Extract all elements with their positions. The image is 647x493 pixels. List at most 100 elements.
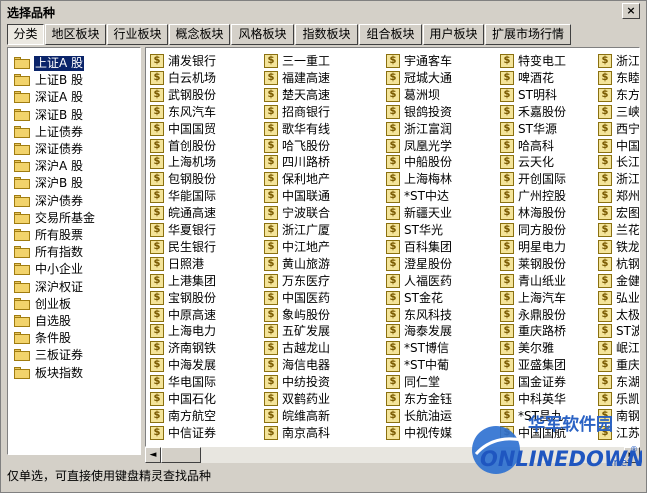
stock-name: 东方 (616, 87, 640, 102)
dollar-coin-icon: $ (264, 392, 278, 406)
dollar-coin-icon: $ (150, 408, 164, 423)
tree-item[interactable]: 三板证券 (12, 346, 140, 364)
dollar-coin-icon: $ (386, 189, 400, 204)
dollar-coin-icon: $ (150, 239, 164, 254)
category-tree: 上证A 股上证B 股深证A 股深证B 股上证债券 深证债券 深沪A 股深沪B 股深沪… (7, 47, 141, 455)
tree-item[interactable]: 深证B 股 (12, 106, 140, 124)
tree-item[interactable]: 深沪债券 (12, 192, 140, 210)
tab-3[interactable]: 概念板块 (169, 24, 230, 45)
tree-item[interactable]: 深证债券 (12, 140, 140, 158)
stock-name: 武钢股份 (168, 87, 217, 102)
tree-item[interactable]: 上证A 股 (12, 54, 140, 72)
dollar-coin-icon: $ (386, 155, 400, 170)
dollar-coin-icon: $ (150, 358, 164, 373)
dollar-coin-icon: $ (500, 70, 514, 85)
stock-name: 南钢 (616, 408, 640, 423)
folder-icon (14, 125, 30, 138)
tab-8[interactable]: 扩展市场行情 (485, 24, 571, 45)
dollar-coin-icon: $ (598, 104, 612, 119)
stock-name: 青山纸业 (518, 273, 567, 288)
close-button[interactable]: × (622, 3, 640, 19)
dollar-coin-icon: $ (500, 87, 514, 102)
dollar-coin-icon: $ (264, 290, 278, 305)
tab-6[interactable]: 组合板块 (359, 24, 422, 45)
stock-name: 中科英华 (518, 392, 567, 406)
scroll-right-button[interactable]: ► (624, 447, 640, 463)
tab-4[interactable]: 风格板块 (231, 24, 294, 45)
stock-name: 五矿发展 (282, 324, 331, 339)
tab-5[interactable]: 指数板块 (295, 24, 358, 45)
dollar-coin-icon: $ (598, 189, 612, 204)
dollar-coin-icon: $ (598, 223, 612, 237)
scroll-thumb[interactable] (161, 447, 201, 463)
dollar-coin-icon: $ (264, 239, 278, 254)
stock-name: 杭钢 (616, 256, 640, 271)
stock-name: 重庆 (616, 358, 640, 373)
tab-1[interactable]: 地区板块 (45, 24, 106, 45)
stock-name: 开创国际 (518, 172, 567, 187)
tree-item[interactable]: 上证债券 (12, 123, 140, 141)
tree-item[interactable]: 深证A 股 (12, 88, 140, 106)
dollar-coin-icon: $ (150, 290, 164, 305)
tree-item[interactable]: 自选股 (12, 312, 140, 330)
stock-name: 莱钢股份 (518, 256, 567, 271)
folder-icon (14, 315, 30, 327)
folder-icon (14, 229, 30, 241)
dollar-coin-icon: $ (500, 172, 514, 187)
folder-icon (14, 108, 30, 121)
stock-name: 明星电力 (518, 239, 567, 254)
tree-item-label: 深沪B 股 (35, 176, 84, 191)
tree-item[interactable]: 中小企业 (12, 260, 140, 278)
tree-item[interactable]: 所有股票 (12, 226, 140, 244)
dollar-coin-icon: $ (598, 290, 612, 305)
tree-item[interactable]: 板块指数 (12, 364, 140, 382)
tree-item[interactable]: 创业板 (12, 295, 140, 313)
dollar-coin-icon: $ (598, 256, 612, 271)
dollar-coin-icon: $ (386, 408, 400, 423)
dollar-coin-icon: $ (500, 324, 514, 339)
dollar-coin-icon: $ (264, 121, 278, 136)
tree-item[interactable]: 条件股 (12, 329, 140, 347)
dollar-coin-icon: $ (500, 358, 514, 373)
stock-name: 中国医药 (282, 290, 331, 305)
dollar-coin-icon: $ (264, 223, 278, 237)
dollar-coin-icon: $ (386, 104, 400, 119)
dollar-coin-icon: $ (150, 87, 164, 102)
window-title: 选择品种 (7, 6, 56, 20)
dollar-coin-icon: $ (264, 206, 278, 221)
stock-name: 长江 (616, 155, 640, 170)
tree-item-label: 交易所基金 (35, 210, 96, 225)
stock-name: 上海机场 (168, 155, 217, 170)
dollar-coin-icon: $ (500, 223, 514, 237)
tree-item[interactable]: 所有指数 (12, 243, 140, 261)
dollar-coin-icon: $ (500, 104, 514, 119)
stock-name: 广州控股 (518, 189, 567, 204)
dollar-coin-icon: $ (264, 155, 278, 170)
select-instrument-dialog: 选择品种 × 分类 地区板块 行业板块 概念板块 风格板块 指数板块 组合板块 用户板块 扩展市… (0, 0, 647, 493)
stock-name: 冠城大通 (404, 70, 453, 85)
tab-0[interactable]: 分类 (7, 24, 44, 45)
stock-name: 太极 (616, 307, 640, 322)
dollar-coin-icon: $ (386, 87, 400, 102)
folder-icon (14, 177, 30, 190)
tree-item[interactable]: 深沪B 股 (12, 174, 140, 192)
dollar-coin-icon: $ (598, 70, 612, 85)
stock-name: *ST中达 (404, 189, 449, 204)
tree-item[interactable]: 交易所基金 (12, 209, 140, 227)
stock-name: *ST中葡 (404, 358, 449, 373)
dollar-coin-icon: $ (500, 307, 514, 322)
horizontal-scrollbar[interactable]: ◄ ► (145, 447, 640, 463)
tree-item[interactable]: 深沪A 股 (12, 157, 140, 175)
dollar-coin-icon: $ (500, 408, 514, 423)
scroll-left-button[interactable]: ◄ (145, 447, 161, 463)
tree-item[interactable]: 深沪权证 (12, 278, 140, 296)
dollar-coin-icon: $ (386, 54, 400, 68)
category-tabs: 分类 地区板块 行业板块 概念板块 风格板块 指数板块 组合板块 用户板块 扩展市场行情 (7, 24, 643, 46)
folder-icon (14, 332, 30, 345)
tab-2[interactable]: 行业板块 (107, 24, 168, 45)
dollar-coin-icon: $ (598, 341, 612, 356)
tree-item-label: 条件股 (35, 331, 72, 346)
tree-item[interactable]: 上证B 股 (12, 71, 140, 89)
tab-7[interactable]: 用户板块 (423, 24, 484, 45)
stock-name: 金健 (616, 273, 640, 288)
